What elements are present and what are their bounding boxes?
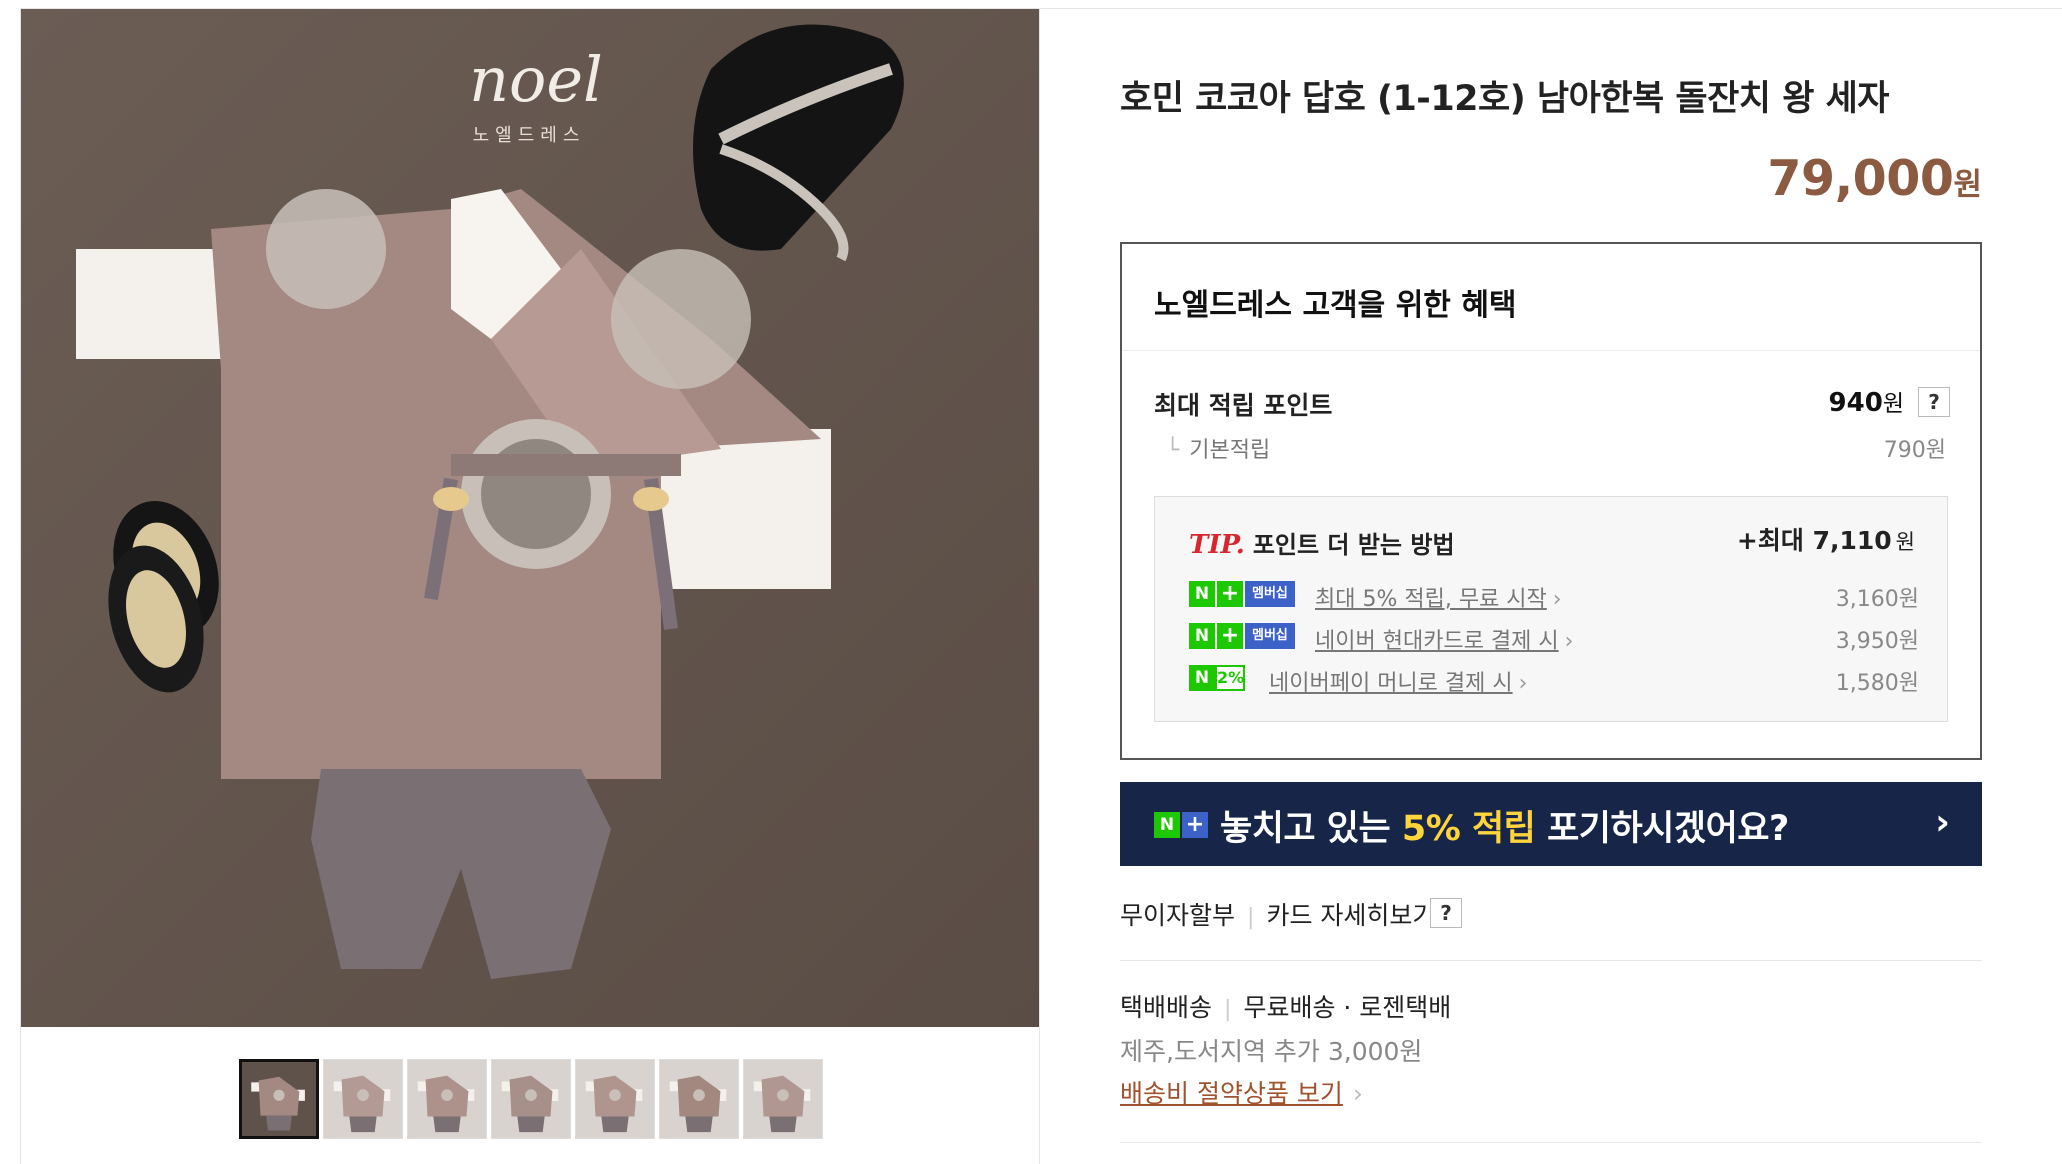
banner-text: 놓치고 있는 5% 적립 포기하시겠어요? <box>1220 800 1789 851</box>
two-percent-label: 2% <box>1215 665 1245 691</box>
chevron-right-icon: › <box>1552 587 1562 612</box>
basic-points-label: └ 기본적립 <box>1166 432 1270 464</box>
divider-line <box>1120 1142 1982 1143</box>
max-points-label: 최대 적립 포인트 <box>1154 391 1333 420</box>
shipping-extra-fee: 제주,도서지역 추가 3,000원 <box>1120 1037 1423 1066</box>
thumbnail-7[interactable] <box>743 1059 823 1139</box>
shipping-saving-link[interactable]: 배송비 절약상품 보기 › <box>1120 1074 1363 1110</box>
product-price: 79,000원 <box>1767 150 1982 207</box>
thumbnail-6[interactable] <box>659 1059 739 1139</box>
tip-title: TIP. 포인트 더 받는 방법 <box>1189 525 1455 560</box>
membership-link[interactable]: 최대 5% 적립, 무료 시작 › <box>1315 581 1562 613</box>
indent-mark: └ <box>1166 438 1180 463</box>
membership-link-text: 최대 5% 적립, 무료 시작 <box>1315 587 1547 612</box>
tip-max-unit: 원 <box>1895 530 1915 554</box>
tip-row-membership: N + 멤버십 최대 5% 적립, 무료 시작 › 3,160원 <box>1189 581 1919 613</box>
shipping-fee: 무료배송 <box>1243 993 1336 1022</box>
membership-badge: N + 멤버십 <box>1189 581 1295 607</box>
membership-badge: N + 멤버십 <box>1189 623 1295 649</box>
tip-max-points: +최대 7,110 원 <box>1737 521 1915 557</box>
benefit-divider <box>1122 350 1980 351</box>
installment-row: 무이자할부 | 카드 자세히보기 <box>1120 896 1435 932</box>
main-product-image[interactable]: noel 노엘드레스 <box>21 9 1039 1027</box>
thumbnail-4[interactable] <box>491 1059 571 1139</box>
npay-money-link[interactable]: 네이버페이 머니로 결제 시 › <box>1269 665 1527 697</box>
basic-points-text: 기본적립 <box>1189 438 1271 463</box>
product-title: 호민 코코아 답호 (1-12호) 남아한복 돌잔치 왕 세자 <box>1120 79 1889 119</box>
chevron-right-icon: › <box>1518 671 1528 696</box>
benefit-title: 노엘드레스 고객을 위한 혜택 <box>1154 288 1517 323</box>
shipping-courier: · 로젠택배 <box>1343 993 1452 1022</box>
plus-icon: + <box>1217 581 1243 607</box>
price-value: 79,000 <box>1767 150 1954 207</box>
chevron-right-icon: › <box>1352 1079 1363 1108</box>
installment-label: 무이자할부 <box>1120 901 1236 930</box>
tip-row-npay-money: N 2% 네이버페이 머니로 결제 시 › 1,580원 <box>1189 665 1919 697</box>
tip-max-value: 7,110 <box>1812 526 1892 555</box>
brand-subtitle: 노엘드레스 <box>473 125 586 146</box>
basic-points-value: 790원 <box>1883 438 1946 463</box>
divider: | <box>1247 905 1255 930</box>
naver-n-icon: N <box>1189 581 1215 607</box>
chevron-right-icon: › <box>1564 629 1574 654</box>
membership-label: 멤버십 <box>1245 581 1295 607</box>
hyundai-card-amount: 3,950원 <box>1835 629 1919 654</box>
thumbnail-1[interactable] <box>239 1059 319 1139</box>
points-help-button[interactable]: ? <box>1918 387 1950 417</box>
max-points-number: 940 <box>1828 388 1883 418</box>
npay-badge: N 2% <box>1189 665 1245 691</box>
npay-money-link-text: 네이버페이 머니로 결제 시 <box>1269 671 1513 696</box>
max-points-value: 940원 <box>1829 384 1904 418</box>
naver-n-icon: N <box>1189 665 1215 691</box>
banner-highlight: 5% 적립 <box>1401 809 1536 849</box>
banner-text-after: 포기하시겠어요? <box>1535 809 1789 849</box>
tip-max-prefix: +최대 <box>1736 526 1804 555</box>
shipping-saving-link-text: 배송비 절약상품 보기 <box>1120 1079 1343 1108</box>
hyundai-card-link[interactable]: 네이버 현대카드로 결제 시 › <box>1315 623 1573 655</box>
banner-text-before: 놓치고 있는 <box>1220 809 1402 849</box>
product-gallery: noel 노엘드레스 <box>20 8 1040 1164</box>
thumbnail-3[interactable] <box>407 1059 487 1139</box>
naver-plus-badge: N + <box>1154 812 1208 838</box>
hyundai-card-link-text: 네이버 현대카드로 결제 시 <box>1315 629 1559 654</box>
tip-label: TIP. <box>1189 530 1245 560</box>
divider-line <box>1120 960 1982 961</box>
tip-title-text: 포인트 더 받는 방법 <box>1252 531 1455 559</box>
product-page: noel 노엘드레스 호민 코코아 답호 (1-12호) 남아한복 돌잔치 왕 … <box>0 0 2062 1164</box>
thumbnail-2[interactable] <box>323 1059 403 1139</box>
price-unit: 원 <box>1953 167 1982 203</box>
membership-label: 멤버십 <box>1245 623 1295 649</box>
benefit-box: 노엘드레스 고객을 위한 혜택 최대 적립 포인트 940원 ? └ 기본적립 7… <box>1120 242 1982 760</box>
plus-icon: + <box>1217 623 1243 649</box>
product-info: 호민 코코아 답호 (1-12호) 남아한복 돌잔치 왕 세자 79,000원 … <box>1120 0 1982 1164</box>
plus-icon: + <box>1182 812 1208 838</box>
shipping-row: 택배배송 | 무료배송 · 로젠택배 <box>1120 988 1451 1024</box>
card-detail-link[interactable]: 카드 자세히보기 <box>1266 901 1435 930</box>
brand-logo: noel <box>469 43 603 116</box>
max-points-unit: 원 <box>1882 391 1904 417</box>
npay-money-amount: 1,580원 <box>1835 671 1919 696</box>
naver-n-icon: N <box>1189 623 1215 649</box>
naver-n-icon: N <box>1154 812 1180 838</box>
divider: | <box>1224 997 1232 1022</box>
npay-membership-banner[interactable]: N + 놓치고 있는 5% 적립 포기하시겠어요? › <box>1120 782 1982 866</box>
installment-help-button[interactable]: ? <box>1430 898 1462 928</box>
thumbnail-5[interactable] <box>575 1059 655 1139</box>
tip-box: TIP. 포인트 더 받는 방법 +최대 7,110 원 N + 멤버십 최대 5%… <box>1154 496 1948 722</box>
membership-amount: 3,160원 <box>1835 587 1919 612</box>
tip-row-hyundai-card: N + 멤버십 네이버 현대카드로 결제 시 › 3,950원 <box>1189 623 1919 655</box>
shipping-method: 택배배송 <box>1120 993 1213 1022</box>
thumbnail-strip <box>239 1059 823 1139</box>
chevron-right-icon: › <box>1935 802 1950 843</box>
